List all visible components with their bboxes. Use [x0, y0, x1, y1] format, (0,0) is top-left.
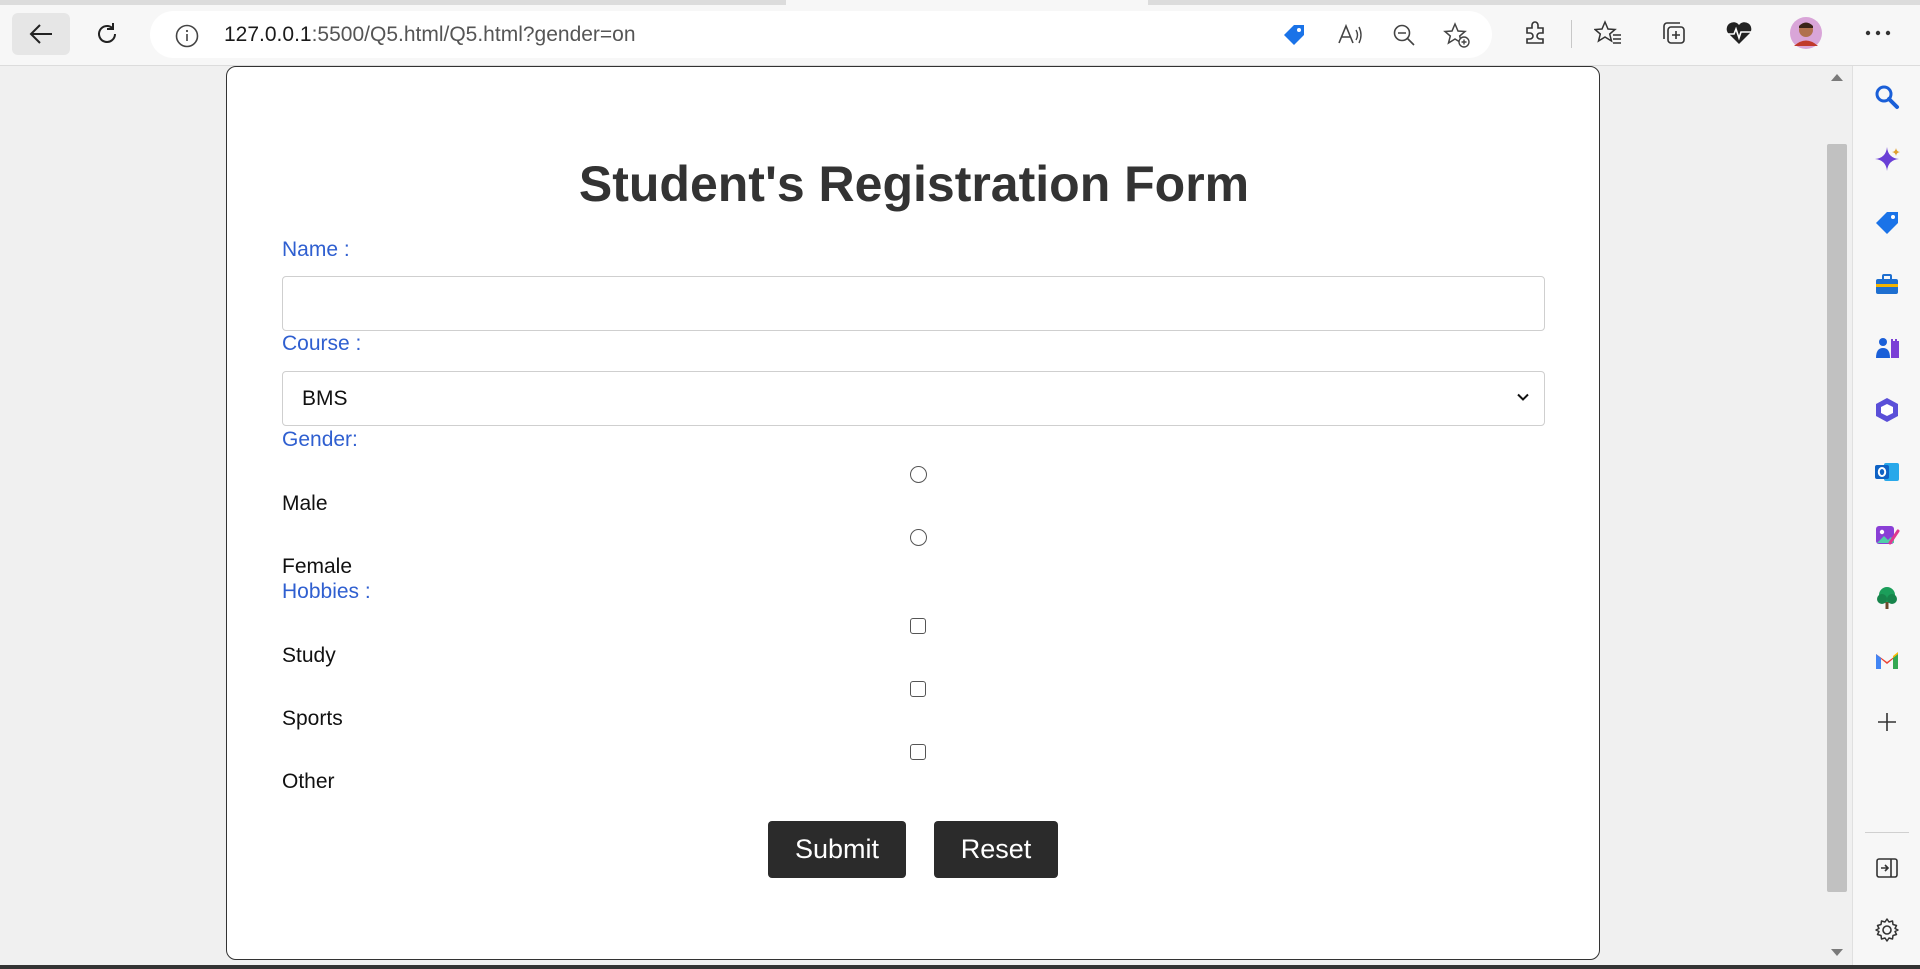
hobby-other-label: Other — [282, 770, 335, 793]
gender-female-label: Female — [282, 555, 353, 578]
designer-icon[interactable] — [1871, 519, 1903, 551]
shopping-tag-icon[interactable] — [1280, 21, 1308, 49]
add-favorite-icon[interactable] — [1443, 21, 1471, 49]
browser-sidebar — [1852, 66, 1920, 969]
hobby-sports-label: Sports — [282, 707, 343, 730]
back-icon — [29, 24, 52, 44]
hobby-other-checkbox[interactable] — [910, 744, 926, 760]
scroll-up-arrow[interactable] — [1831, 74, 1843, 81]
address-bar[interactable]: 127.0.0.1:5500/Q5.html/Q5.html?gender=on — [150, 11, 1492, 58]
reload-icon — [98, 23, 116, 43]
taskbar-edge — [0, 965, 1920, 969]
registration-form: Student's Registration Form Name : Cours… — [226, 66, 1600, 960]
course-label: Course : — [282, 332, 362, 355]
drop-icon[interactable] — [1871, 582, 1903, 614]
tab-edge-right — [1148, 0, 1920, 5]
add-icon[interactable] — [1871, 706, 1903, 738]
shopping-icon[interactable] — [1871, 206, 1903, 238]
profile-avatar[interactable] — [1788, 15, 1824, 51]
search-icon[interactable] — [1871, 81, 1903, 113]
hide-sidebar-icon[interactable] — [1871, 852, 1903, 884]
url-host: 127.0.0.1 — [224, 23, 312, 46]
course-selected-value: BMS — [302, 386, 348, 410]
toolbar-divider — [1571, 20, 1572, 48]
extensions-icon[interactable] — [1517, 15, 1553, 51]
favorites-icon[interactable] — [1590, 15, 1626, 51]
back-button[interactable] — [12, 13, 70, 55]
name-input[interactable] — [282, 276, 1545, 331]
browser-toolbar: 127.0.0.1:5500/Q5.html/Q5.html?gender=on — [0, 0, 1920, 66]
tab-edge-left — [0, 0, 786, 5]
gender-label: Gender: — [282, 428, 358, 451]
gender-female-radio[interactable] — [910, 529, 927, 546]
hobby-sports-checkbox[interactable] — [910, 681, 926, 697]
zoom-out-icon[interactable] — [1390, 21, 1418, 49]
hobby-study-checkbox[interactable] — [910, 618, 926, 634]
scroll-down-arrow[interactable] — [1831, 949, 1843, 956]
site-info-icon[interactable] — [174, 23, 200, 54]
scrollbar-thumb[interactable] — [1827, 144, 1847, 892]
chevron-down-icon — [1517, 393, 1529, 401]
games-icon[interactable] — [1871, 331, 1903, 363]
sidebar-divider — [1865, 832, 1909, 833]
settings-icon[interactable] — [1871, 914, 1903, 946]
outlook-icon[interactable] — [1871, 456, 1903, 488]
gender-male-radio[interactable] — [910, 466, 927, 483]
more-menu-icon[interactable] — [1860, 15, 1896, 51]
reset-button[interactable]: Reset — [934, 821, 1058, 878]
hobbies-label: Hobbies : — [282, 580, 371, 603]
form-title: Student's Registration Form — [578, 156, 1250, 212]
gender-male-label: Male — [282, 492, 328, 515]
reload-button[interactable] — [78, 13, 136, 55]
submit-button[interactable]: Submit — [768, 821, 906, 878]
copilot-icon[interactable] — [1871, 143, 1903, 175]
url-text[interactable]: 127.0.0.1:5500/Q5.html/Q5.html?gender=on — [224, 23, 636, 47]
collections-icon[interactable] — [1656, 15, 1692, 51]
name-label: Name : — [282, 238, 350, 261]
course-select[interactable]: BMS — [282, 371, 1545, 426]
url-path: :5500/Q5.html/Q5.html?gender=on — [311, 23, 636, 46]
office-icon[interactable] — [1871, 394, 1903, 426]
tools-icon[interactable] — [1871, 268, 1903, 300]
gmail-icon[interactable] — [1871, 644, 1903, 676]
hobby-study-label: Study — [282, 644, 336, 667]
read-aloud-icon[interactable] — [1336, 21, 1364, 49]
performance-icon[interactable] — [1721, 15, 1757, 51]
